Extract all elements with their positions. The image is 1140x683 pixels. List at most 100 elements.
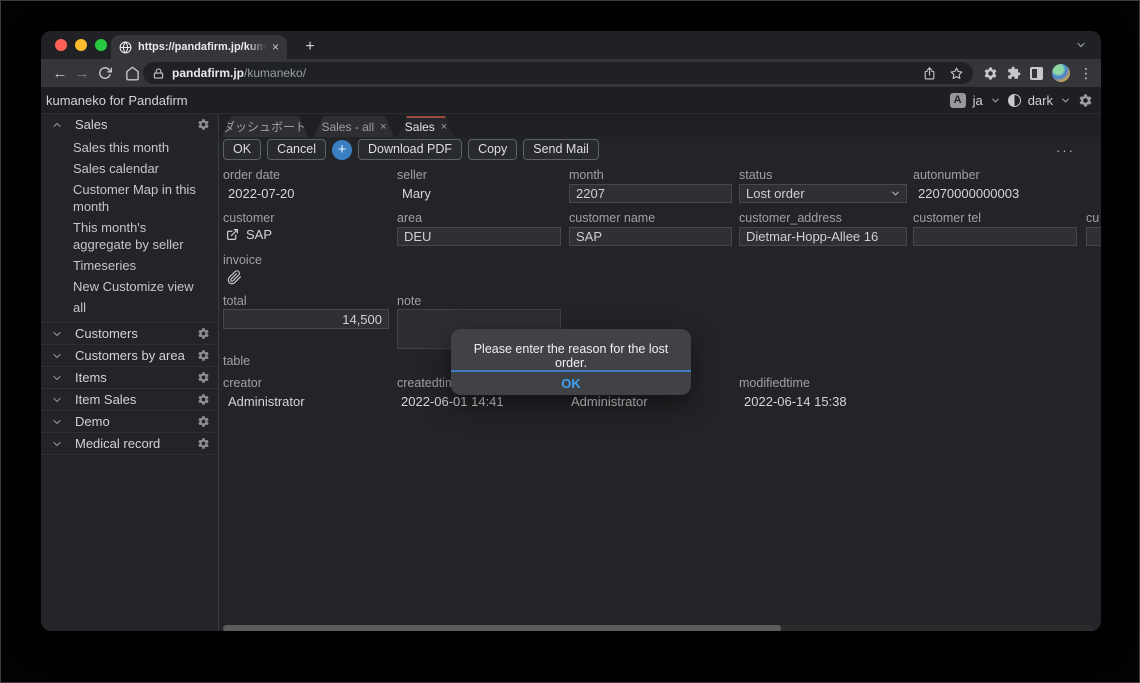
- gear-icon[interactable]: [197, 437, 210, 450]
- sidebar-group-label[interactable]: Medical record: [75, 436, 197, 451]
- view-tab-sales-all[interactable]: Sales - all ×: [314, 116, 394, 137]
- send-mail-button[interactable]: Send Mail: [523, 139, 599, 160]
- profile-avatar[interactable]: [1052, 64, 1070, 82]
- month-input[interactable]: [569, 184, 732, 203]
- customer-link[interactable]: SAP: [226, 227, 272, 242]
- sidebar-group-label[interactable]: Demo: [75, 414, 197, 429]
- sidebar-group-header-customers-by-area[interactable]: Customers by area: [41, 345, 218, 366]
- settings-gear-icon[interactable]: [983, 66, 998, 81]
- add-plus-button[interactable]: +: [332, 140, 352, 160]
- app-header-controls: A ja dark: [950, 93, 1093, 108]
- more-options-icon[interactable]: ···: [1056, 143, 1075, 158]
- dialog-ok-button[interactable]: OK: [451, 372, 691, 395]
- sidebar-item-new-customize-view[interactable]: New Customize view: [41, 276, 218, 297]
- field-label-customer: customer: [223, 211, 274, 225]
- tab-search-chevron-icon[interactable]: [1075, 39, 1087, 51]
- reload-button[interactable]: [98, 66, 112, 80]
- field-label-modifiedtime: modifiedtime: [739, 376, 810, 390]
- total-input[interactable]: [223, 309, 389, 329]
- browser-toolbar-right: ⋮: [983, 59, 1093, 87]
- sidebar-item-customer-map[interactable]: Customer Map in this month: [41, 179, 218, 217]
- language-selector[interactable]: ja: [973, 93, 983, 108]
- sidebar-group-item-sales: Item Sales: [41, 389, 218, 411]
- chevron-down-icon[interactable]: [1060, 95, 1071, 106]
- gear-icon[interactable]: [197, 327, 210, 340]
- chevron-down-icon[interactable]: [51, 416, 63, 428]
- app-title: kumaneko for Pandafirm: [41, 93, 188, 108]
- status-select[interactable]: Lost order: [739, 184, 907, 203]
- sidebar-group-items: Items: [41, 367, 218, 389]
- view-tab-sales[interactable]: Sales ×: [398, 116, 454, 137]
- sidebar-group-label[interactable]: Sales: [75, 117, 197, 132]
- forward-button[interactable]: →: [71, 66, 93, 81]
- customer-address-input[interactable]: [739, 227, 907, 246]
- cancel-button[interactable]: Cancel: [267, 139, 326, 160]
- window-controls: [55, 39, 107, 51]
- side-panel-icon[interactable]: [1030, 67, 1043, 80]
- customer-name-input[interactable]: [569, 227, 732, 246]
- sidebar-group-label[interactable]: Items: [75, 370, 197, 385]
- zoom-window-button[interactable]: [95, 39, 107, 51]
- sidebar-item-sales-calendar[interactable]: Sales calendar: [41, 158, 218, 179]
- sidebar-item-all[interactable]: all: [41, 297, 218, 318]
- paperclip-icon[interactable]: [227, 270, 242, 285]
- external-link-icon[interactable]: [226, 228, 239, 241]
- sidebar-group-customers: Customers: [41, 323, 218, 345]
- scrollbar-thumb[interactable]: [223, 625, 781, 631]
- sidebar-item-month-aggregate[interactable]: This month's aggregate by seller: [41, 217, 218, 255]
- browser-menu-icon[interactable]: ⋮: [1079, 65, 1093, 82]
- copy-button[interactable]: Copy: [468, 139, 517, 160]
- download-pdf-button[interactable]: Download PDF: [358, 139, 462, 160]
- browser-tab[interactable]: https://pandafirm.jp/kumaneko ×: [111, 35, 287, 59]
- sidebar-group-header-items[interactable]: Items: [41, 367, 218, 388]
- chevron-up-icon[interactable]: [51, 119, 63, 131]
- chevron-down-icon[interactable]: [990, 95, 1001, 106]
- dialog-message: Please enter the reason for the lost ord…: [451, 329, 691, 370]
- area-input[interactable]: [397, 227, 561, 246]
- share-icon[interactable]: [923, 67, 936, 80]
- tab-close-icon[interactable]: ×: [272, 41, 279, 53]
- gear-icon[interactable]: [197, 371, 210, 384]
- theme-selector[interactable]: dark: [1028, 93, 1053, 108]
- field-label-table: table: [223, 354, 250, 368]
- gear-icon[interactable]: [197, 349, 210, 362]
- minimize-window-button[interactable]: [75, 39, 87, 51]
- extensions-puzzle-icon[interactable]: [1007, 66, 1021, 80]
- sidebar-group-header-medical-record[interactable]: Medical record: [41, 433, 218, 454]
- close-window-button[interactable]: [55, 39, 67, 51]
- close-icon[interactable]: ×: [441, 121, 447, 133]
- back-button[interactable]: ←: [49, 66, 71, 81]
- chevron-down-icon[interactable]: [51, 394, 63, 406]
- horizontal-scrollbar[interactable]: [223, 625, 1094, 631]
- ok-button[interactable]: OK: [223, 139, 261, 160]
- app-settings-gear-icon[interactable]: [1078, 93, 1093, 108]
- sidebar-group-label[interactable]: Customers: [75, 326, 197, 341]
- sidebar-group-header-sales[interactable]: Sales: [41, 114, 218, 135]
- bookmark-star-icon[interactable]: [950, 67, 963, 80]
- sidebar-group-label[interactable]: Item Sales: [75, 392, 197, 407]
- sidebar-group-header-customers[interactable]: Customers: [41, 323, 218, 344]
- lock-icon: [153, 68, 164, 79]
- chevron-down-icon[interactable]: [51, 372, 63, 384]
- new-tab-button[interactable]: +: [299, 36, 321, 58]
- chevron-down-icon[interactable]: [51, 438, 63, 450]
- address-bar[interactable]: pandafirm.jp/kumaneko/: [143, 62, 973, 84]
- view-tab-dashboard[interactable]: ダッシュボード: [222, 116, 308, 137]
- gear-icon[interactable]: [197, 393, 210, 406]
- home-button[interactable]: [125, 66, 140, 81]
- clipped-column-input[interactable]: [1086, 227, 1101, 246]
- sidebar-group-header-item-sales[interactable]: Item Sales: [41, 389, 218, 410]
- field-value-customer[interactable]: SAP: [246, 227, 272, 242]
- close-icon[interactable]: ×: [380, 121, 386, 133]
- active-tab-accent: [406, 116, 446, 118]
- chevron-down-icon[interactable]: [51, 328, 63, 340]
- sidebar-item-timeseries[interactable]: Timeseries: [41, 255, 218, 276]
- sidebar-group-label[interactable]: Customers by area: [75, 348, 197, 363]
- sidebar-group-header-demo[interactable]: Demo: [41, 411, 218, 432]
- sidebar-item-sales-this-month[interactable]: Sales this month: [41, 137, 218, 158]
- field-value-createdtime: 2022-06-01 14:41: [401, 394, 504, 409]
- customer-tel-input[interactable]: [913, 227, 1077, 246]
- chevron-down-icon[interactable]: [51, 350, 63, 362]
- gear-icon[interactable]: [197, 118, 210, 131]
- gear-icon[interactable]: [197, 415, 210, 428]
